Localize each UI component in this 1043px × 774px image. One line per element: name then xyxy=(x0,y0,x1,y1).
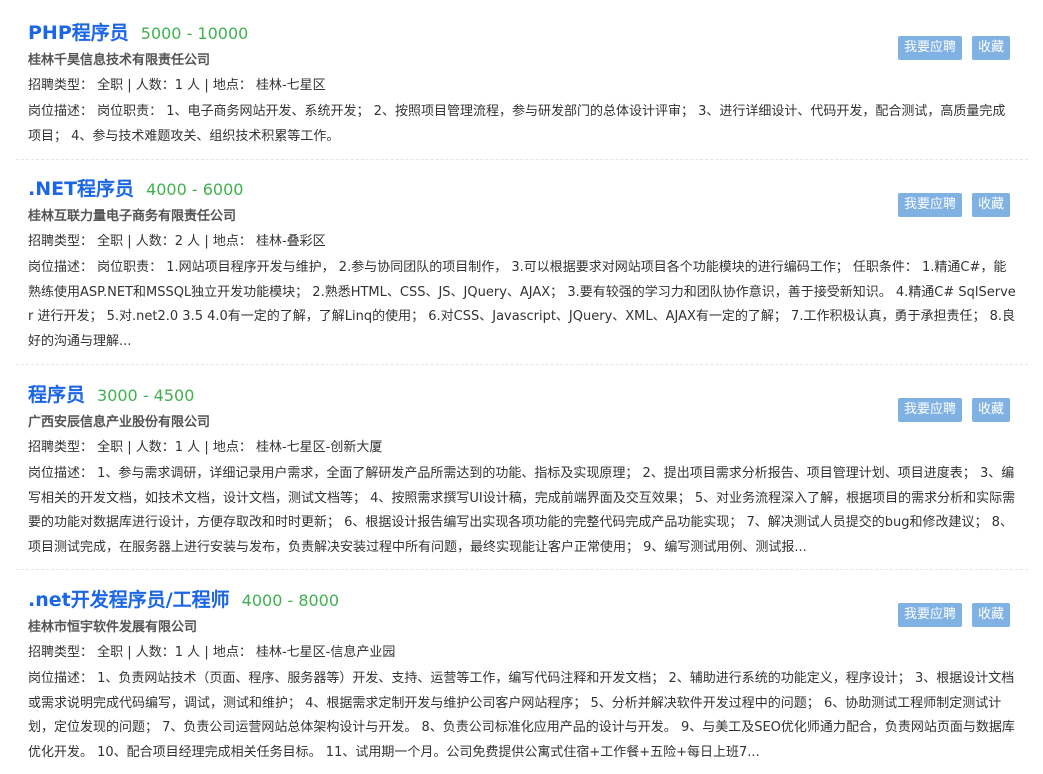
job-title[interactable]: .NET程序员 xyxy=(28,174,134,201)
job-meta: 招聘类型： 全职 | 人数：1 人 | 地点： 桂林-七星区-信息产业园 xyxy=(28,645,396,660)
company-name[interactable]: 桂林互联力量电子商务有限责任公司 xyxy=(28,208,1016,226)
job-actions: 我要应聘 收藏 xyxy=(897,36,1010,60)
job-salary: 4000 - 6000 xyxy=(146,180,244,199)
job-description: 岗位描述： 岗位职责： 1、电子商务网站开发、系统开发； 2、按照项目管理流程，… xyxy=(28,104,1006,144)
job-item: PHP程序员 5000 - 10000 桂林千昊信息技术有限责任公司 招聘类型：… xyxy=(16,18,1028,160)
company-name[interactable]: 广西安辰信息产业股份有限公司 xyxy=(28,414,1016,432)
favorite-button[interactable]: 收藏 xyxy=(971,398,1010,422)
job-item: 程序员 3000 - 4500 广西安辰信息产业股份有限公司 招聘类型： 全职 … xyxy=(16,380,1028,570)
job-salary: 5000 - 10000 xyxy=(140,24,249,43)
job-item: .net开发程序员/工程师 4000 - 8000 桂林市恒宇软件发展有限公司 … xyxy=(16,585,1028,774)
apply-button[interactable]: 我要应聘 xyxy=(897,398,962,422)
favorite-button[interactable]: 收藏 xyxy=(971,36,1010,60)
job-item: .NET程序员 4000 - 6000 桂林互联力量电子商务有限责任公司 招聘类… xyxy=(16,174,1028,365)
job-description: 岗位描述： 岗位职责： 1.网站项目程序开发与维护， 2.参与协同团队的项目制作… xyxy=(28,260,1016,349)
apply-button[interactable]: 我要应聘 xyxy=(897,603,962,627)
company-name[interactable]: 桂林市恒宇软件发展有限公司 xyxy=(28,619,1016,637)
company-name[interactable]: 桂林千昊信息技术有限责任公司 xyxy=(28,52,1016,70)
job-meta: 招聘类型： 全职 | 人数：1 人 | 地点： 桂林-七星区-创新大厦 xyxy=(28,440,383,455)
job-title[interactable]: 程序员 xyxy=(28,380,85,407)
job-description: 岗位描述： 1、参与需求调研，详细记录用户需求，全面了解研发产品所需达到的功能、… xyxy=(28,466,1016,555)
job-actions: 我要应聘 收藏 xyxy=(897,603,1010,627)
job-meta: 招聘类型： 全职 | 人数：1 人 | 地点： 桂林-七星区 xyxy=(28,78,326,93)
job-actions: 我要应聘 收藏 xyxy=(897,193,1010,217)
job-description: 岗位描述： 1、负责网站技术（页面、程序、服务器等）开发、支持、运营等工作，编写… xyxy=(28,671,1015,760)
favorite-button[interactable]: 收藏 xyxy=(971,603,1010,627)
job-title-row: .net开发程序员/工程师 4000 - 8000 xyxy=(28,585,1016,617)
job-title[interactable]: PHP程序员 xyxy=(28,18,129,45)
apply-button[interactable]: 我要应聘 xyxy=(897,193,962,217)
job-actions: 我要应聘 收藏 xyxy=(897,398,1010,422)
job-title-row: 程序员 3000 - 4500 xyxy=(28,380,1016,412)
apply-button[interactable]: 我要应聘 xyxy=(897,36,962,60)
job-meta: 招聘类型： 全职 | 人数：2 人 | 地点： 桂林-叠彩区 xyxy=(28,234,326,249)
favorite-button[interactable]: 收藏 xyxy=(971,193,1010,217)
job-title-row: .NET程序员 4000 - 6000 xyxy=(28,174,1016,206)
job-salary: 3000 - 4500 xyxy=(97,386,195,405)
job-title-row: PHP程序员 5000 - 10000 xyxy=(28,18,1016,50)
job-salary: 4000 - 8000 xyxy=(241,591,340,610)
job-title[interactable]: .net开发程序员/工程师 xyxy=(28,585,230,612)
